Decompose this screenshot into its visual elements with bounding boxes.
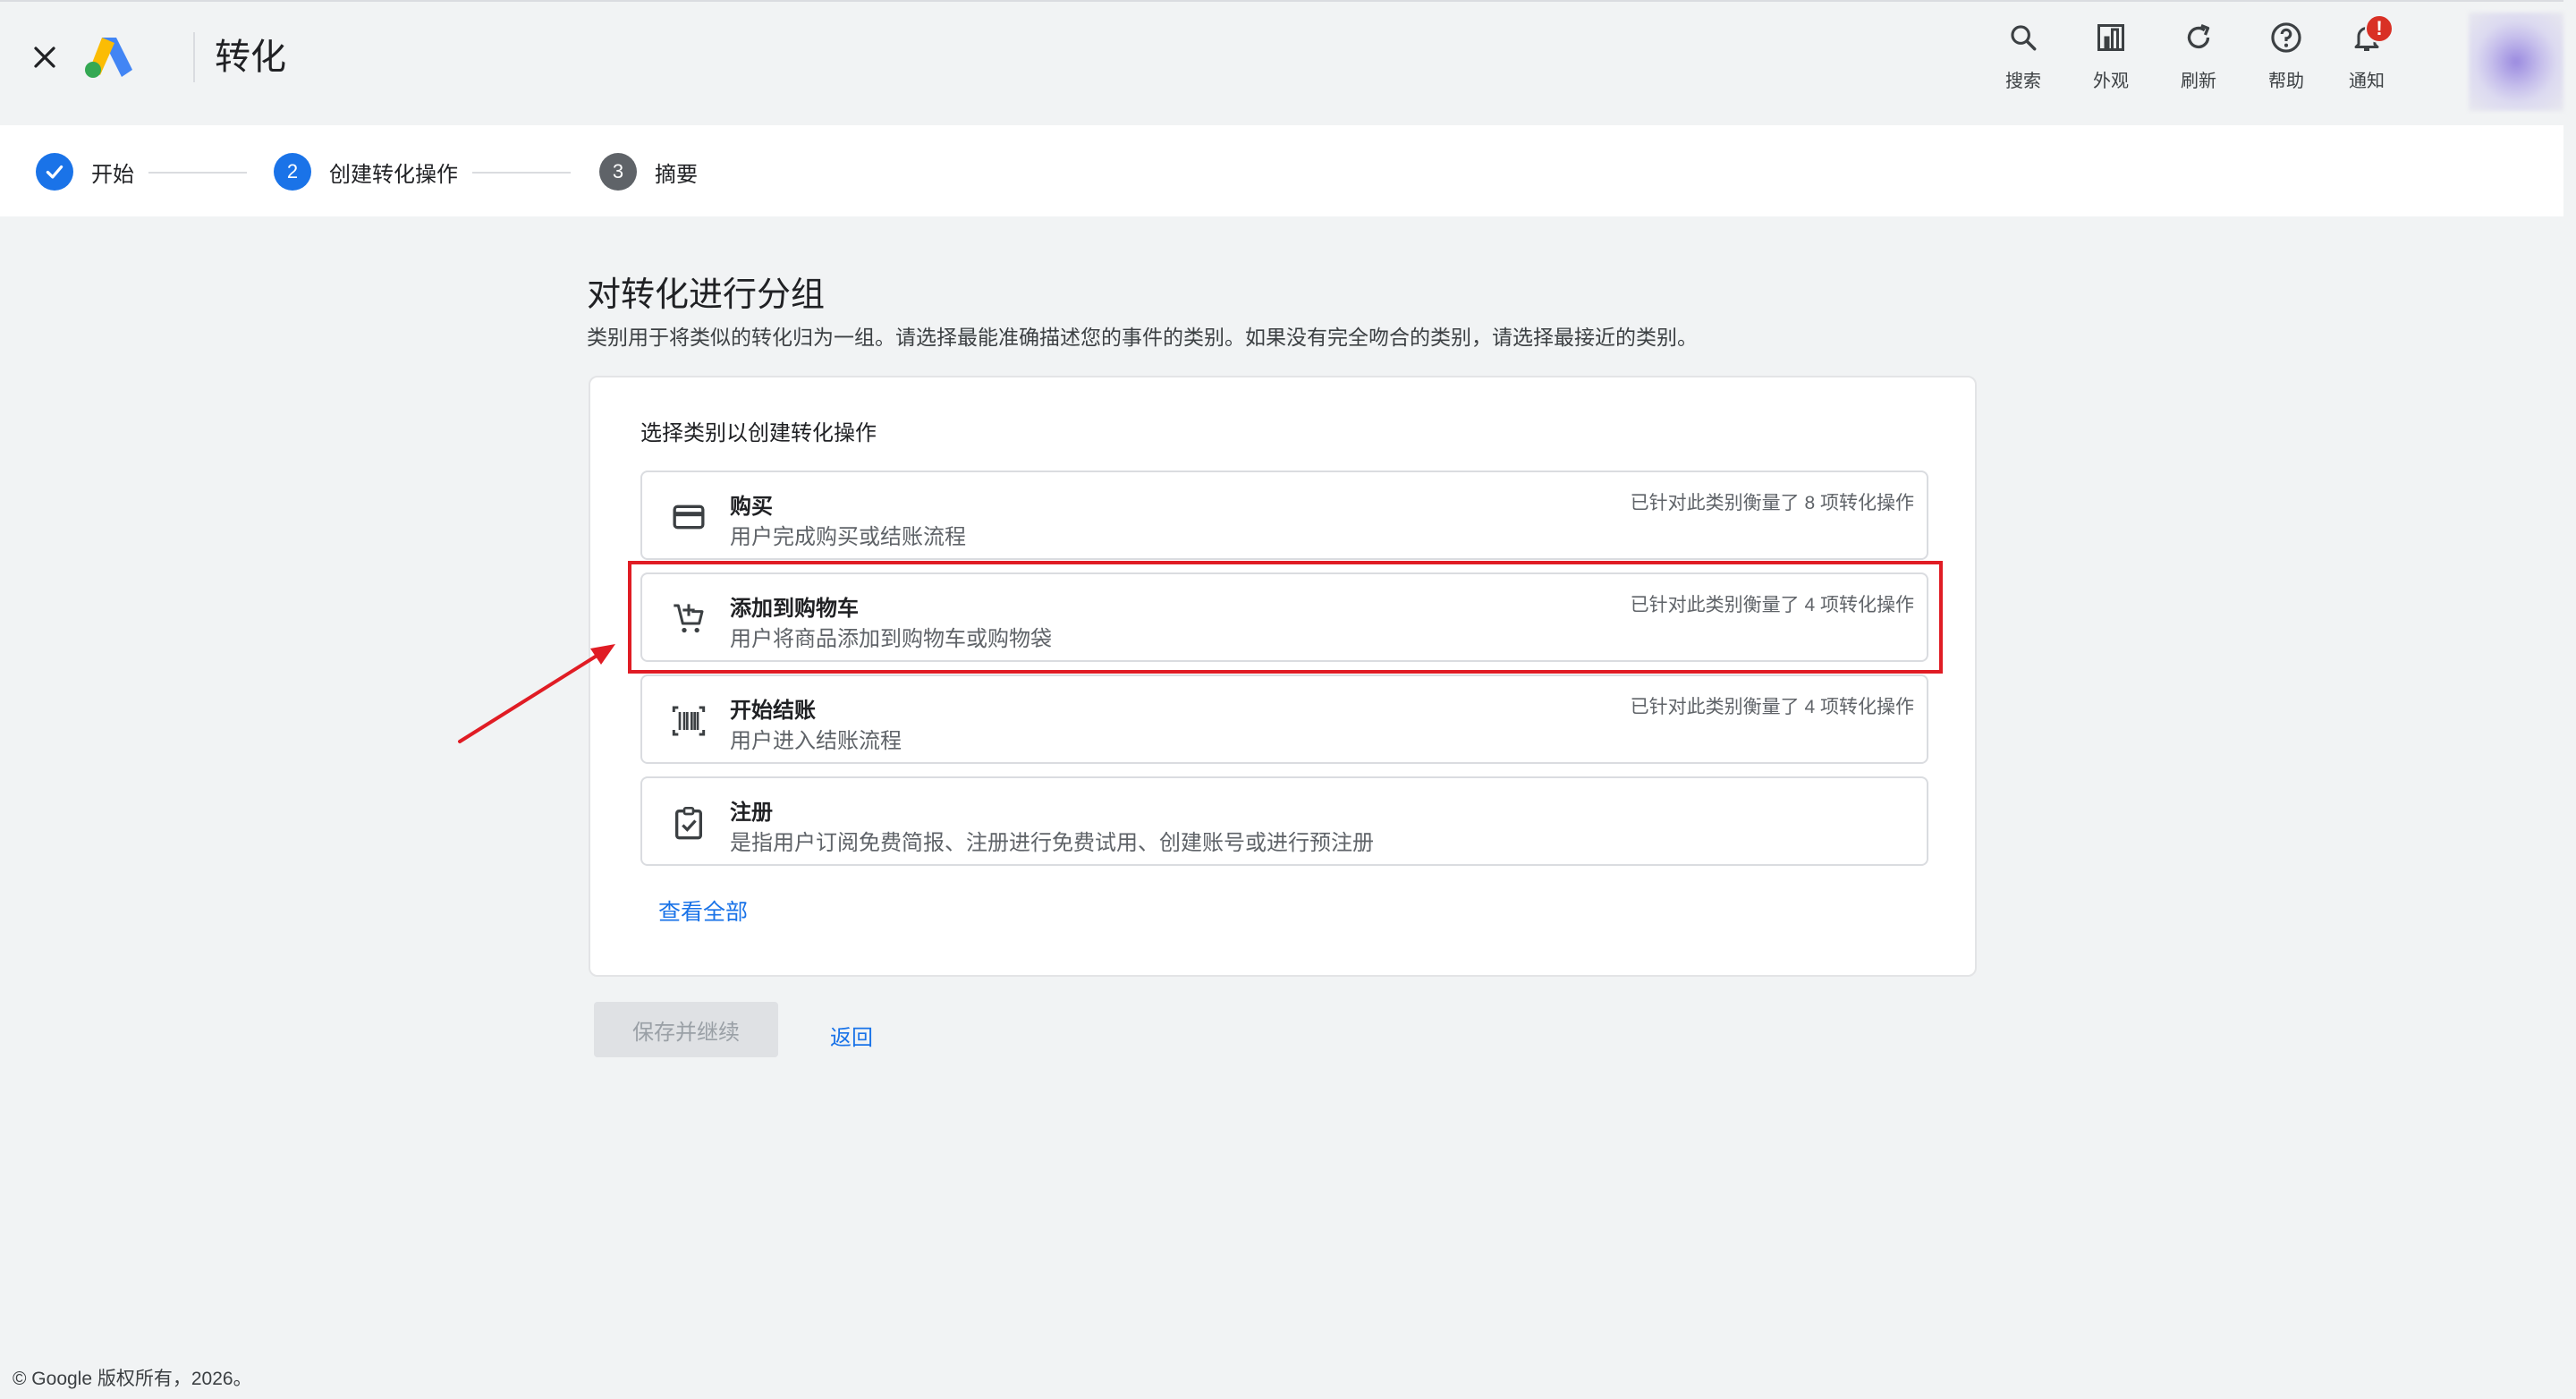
search-button[interactable]: 搜索	[1987, 18, 2059, 98]
step-summary-label: 摘要	[655, 162, 698, 187]
option-meta: 已针对此类别衡量了 8 项转化操作	[1630, 493, 1914, 513]
option-title: 开始结账	[730, 699, 816, 723]
annotation-arrow-icon	[458, 644, 615, 743]
category-option-begin-checkout[interactable]: 开始结账 用户进入结账流程 已针对此类别衡量了 4 项转化操作	[640, 674, 1928, 764]
help-label: 帮助	[2268, 72, 2304, 91]
check-icon	[36, 153, 73, 191]
option-title: 注册	[730, 801, 773, 825]
step-start-label: 开始	[91, 162, 134, 187]
appearance-icon	[2097, 24, 2124, 51]
notifications-label: 通知	[2349, 72, 2385, 91]
close-icon	[34, 47, 55, 68]
cart-add-icon	[674, 604, 704, 633]
option-description: 用户将商品添加到购物车或购物袋	[730, 627, 1052, 651]
notification-badge: !	[2365, 14, 2394, 43]
app-header: 转化 搜索 外观 刷新 帮助 ! 通知	[0, 0, 2563, 123]
step-connector	[148, 172, 247, 174]
credit-card-icon	[673, 504, 705, 530]
search-icon	[2011, 25, 2037, 51]
header-divider	[193, 32, 195, 82]
google-ads-logo	[85, 38, 132, 78]
step-connector	[472, 172, 571, 174]
help-button[interactable]: 帮助	[2250, 18, 2322, 98]
option-meta: 已针对此类别衡量了 4 项转化操作	[1630, 595, 1914, 615]
refresh-label: 刷新	[2181, 72, 2216, 91]
category-card: 选择类别以创建转化操作 购买 用户完成购买或结账流程 已针对此类别衡量了 8 项…	[589, 376, 1977, 977]
help-icon	[2271, 22, 2301, 53]
option-title: 添加到购物车	[730, 597, 859, 621]
page-title: 转化	[215, 38, 286, 77]
search-label: 搜索	[2005, 72, 2041, 91]
option-description: 用户完成购买或结账流程	[730, 525, 966, 549]
category-option-sign-up[interactable]: 注册 是指用户订阅免费简报、注册进行免费试用、创建账号或进行预注册	[640, 776, 1928, 866]
appearance-button[interactable]: 外观	[2075, 18, 2147, 98]
section-heading: 对转化进行分组	[587, 276, 826, 314]
step-start[interactable]: 开始	[36, 152, 134, 191]
footer-copyright: © Google 版权所有，2026。	[13, 1369, 252, 1389]
step-create-label: 创建转化操作	[329, 162, 458, 187]
back-button[interactable]: 返回	[830, 1020, 873, 1051]
notifications-button[interactable]: ! 通知	[2331, 14, 2402, 98]
view-all-link[interactable]: 查看全部	[658, 895, 748, 927]
close-button[interactable]	[25, 38, 64, 77]
avatar[interactable]	[2469, 13, 2563, 111]
category-option-add-to-cart[interactable]: 添加到购物车 用户将商品添加到购物车或购物袋 已针对此类别衡量了 4 项转化操作	[640, 572, 1928, 662]
step-summary[interactable]: 3 摘要	[599, 152, 698, 191]
stepper: 开始 2 创建转化操作 3 摘要	[0, 125, 2563, 216]
save-and-continue-button[interactable]: 保存并继续	[594, 1002, 778, 1057]
option-meta: 已针对此类别衡量了 4 项转化操作	[1630, 697, 1914, 717]
card-title: 选择类别以创建转化操作	[640, 421, 877, 445]
refresh-button[interactable]: 刷新	[2163, 18, 2234, 98]
refresh-icon	[2187, 23, 2210, 49]
category-option-purchase[interactable]: 购买 用户完成购买或结账流程 已针对此类别衡量了 8 项转化操作	[640, 471, 1928, 560]
clipboard-check-icon	[675, 807, 702, 840]
step-number-2: 2	[274, 153, 311, 191]
option-description: 用户进入结账流程	[730, 729, 902, 753]
option-title: 购买	[730, 495, 773, 519]
step-number-3: 3	[599, 153, 637, 191]
appearance-label: 外观	[2093, 72, 2129, 91]
step-create[interactable]: 2 创建转化操作	[274, 152, 458, 191]
section-description: 类别用于将类似的转化归为一组。请选择最能准确描述您的事件的类别。如果没有完全吻合…	[587, 326, 1698, 349]
option-description: 是指用户订阅免费简报、注册进行免费试用、创建账号或进行预注册	[730, 831, 1374, 855]
barcode-icon	[672, 706, 706, 736]
